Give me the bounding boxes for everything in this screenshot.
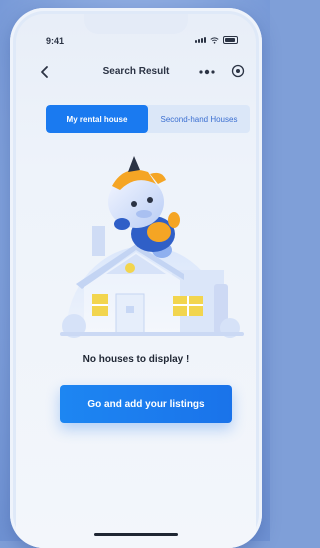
tab-switcher: My rental house Second-hand Houses (46, 105, 250, 133)
phone-frame: 9:41 Search Result My rental house Secon… (10, 8, 262, 548)
status-time: 9:41 (46, 36, 65, 46)
page-title: Search Result (102, 66, 170, 77)
cow-mascot-on-house-illustration (60, 156, 244, 338)
notch (84, 14, 188, 34)
add-listings-button[interactable]: Go and add your listings (60, 385, 232, 423)
app-screen: 9:41 Search Result My rental house Secon… (16, 14, 256, 548)
signal-icon (195, 37, 206, 43)
wifi-icon (210, 36, 219, 44)
empty-state-message: No houses to display ! (82, 354, 190, 365)
more-dots-icon (199, 69, 215, 74)
target-icon (231, 64, 245, 78)
tab-second-hand-houses[interactable]: Second-hand Houses (148, 105, 250, 133)
home-indicator (94, 533, 178, 536)
nav-bar: Search Result (16, 58, 256, 88)
tab-my-rental-house[interactable]: My rental house (46, 105, 148, 133)
status-icons (195, 36, 238, 44)
more-button[interactable] (194, 64, 220, 79)
battery-icon (223, 36, 238, 44)
target-button[interactable] (230, 63, 246, 79)
